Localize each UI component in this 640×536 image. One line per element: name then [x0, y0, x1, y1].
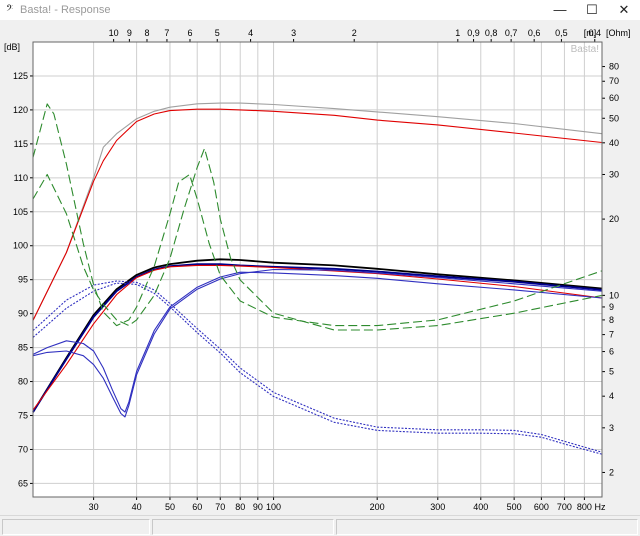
status-pane-3 [336, 519, 638, 535]
ohm-tick-label: 2 [609, 467, 614, 477]
y-tick-label: 100 [13, 241, 28, 251]
y-axis-label: [dB] [4, 42, 20, 52]
y-tick-label: 90 [18, 309, 28, 319]
y-tick-label: 65 [18, 478, 28, 488]
top-tick-label: 7 [164, 28, 169, 38]
top-tick-label: 10 [109, 28, 119, 38]
window-titlebar: 𝄢 Basta! - Response — ☐ ✕ [0, 0, 640, 20]
top-tick-label: 0,5 [555, 28, 568, 38]
y-tick-label: 85 [18, 343, 28, 353]
ohm-tick-label: 30 [609, 169, 619, 179]
ohm-axis-label: [Ohm] [606, 28, 631, 38]
y-tick-label: 95 [18, 275, 28, 285]
close-button[interactable]: ✕ [608, 0, 640, 20]
y-tick-label: 110 [14, 173, 28, 183]
y-tick-label: 80 [18, 377, 28, 387]
ohm-tick-label: 10 [609, 290, 619, 300]
ohm-tick-label: 50 [609, 113, 619, 123]
ohm-tick-label: 20 [609, 214, 619, 224]
top-tick-label: 1 [455, 28, 460, 38]
ohm-tick-label: 6 [609, 347, 614, 357]
ohm-tick-label: 60 [609, 93, 619, 103]
x-tick-label: 90 [253, 502, 263, 512]
y-tick-label: 105 [13, 207, 28, 217]
top-tick-label: 2 [352, 28, 357, 38]
top-tick-label: 9 [127, 28, 132, 38]
top-tick-label: 6 [187, 28, 192, 38]
x-tick-label: 50 [165, 502, 175, 512]
top-tick-label: 3 [291, 28, 296, 38]
ohm-tick-label: 40 [609, 138, 619, 148]
status-pane-1 [2, 519, 150, 535]
top-axis-label: [m] [584, 28, 597, 38]
x-tick-label: 700 [557, 502, 572, 512]
window-title: Basta! - Response [20, 4, 111, 16]
x-tick-label: 500 [507, 502, 522, 512]
y-tick-label: 70 [18, 444, 28, 454]
x-tick-label: 70 [215, 502, 225, 512]
ohm-tick-label: 70 [609, 76, 619, 86]
x-tick-label: 400 [473, 502, 488, 512]
maximize-button[interactable]: ☐ [576, 0, 608, 20]
status-bar [0, 515, 640, 536]
ohm-tick-label: 9 [609, 302, 614, 312]
x-tick-label: 300 [430, 502, 445, 512]
top-tick-label: 0,6 [528, 28, 541, 38]
x-tick-label: 200 [370, 502, 385, 512]
y-tick-label: 120 [13, 105, 28, 115]
status-pane-2 [152, 519, 334, 535]
top-tick-label: 4 [248, 28, 253, 38]
top-tick-label: 0,7 [505, 28, 518, 38]
x-tick-label: 60 [192, 502, 202, 512]
top-tick-label: 0,9 [467, 28, 480, 38]
ohm-tick-label: 80 [609, 62, 619, 72]
top-tick-label: 8 [144, 28, 149, 38]
ohm-tick-label: 5 [609, 367, 614, 377]
x-tick-label: 800 [577, 502, 592, 512]
ohm-tick-label: 8 [609, 315, 614, 325]
x-tick-label: 40 [132, 502, 142, 512]
app-logo-icon: 𝄢 [6, 4, 14, 16]
ohm-tick-label: 7 [609, 330, 614, 340]
response-chart-area: 65 70 75 80 85 90 95 100 105 110 115 120 125 30 40 50 60… [0, 20, 640, 515]
y-tick-label: 125 [13, 71, 28, 81]
ohm-tick-label: 3 [609, 423, 614, 433]
response-chart: 6570758085909510010511011512012530 40 50 60… [4, 28, 631, 512]
x-tick-label: 30 [89, 502, 99, 512]
y-tick-label: 75 [18, 411, 28, 421]
top-tick-label: 5 [215, 28, 220, 38]
x-tick-label: 600 [534, 502, 549, 512]
y-tick-label: 115 [14, 139, 28, 149]
x-tick-label: 80 [235, 502, 245, 512]
top-tick-label: 0,8 [485, 28, 498, 38]
ohm-tick-label: 4 [609, 391, 614, 401]
watermark-text: Basta! [571, 44, 599, 55]
x-tick-label: 100 [266, 502, 281, 512]
x-axis-unit: Hz [595, 502, 606, 512]
minimize-button[interactable]: — [544, 0, 576, 20]
